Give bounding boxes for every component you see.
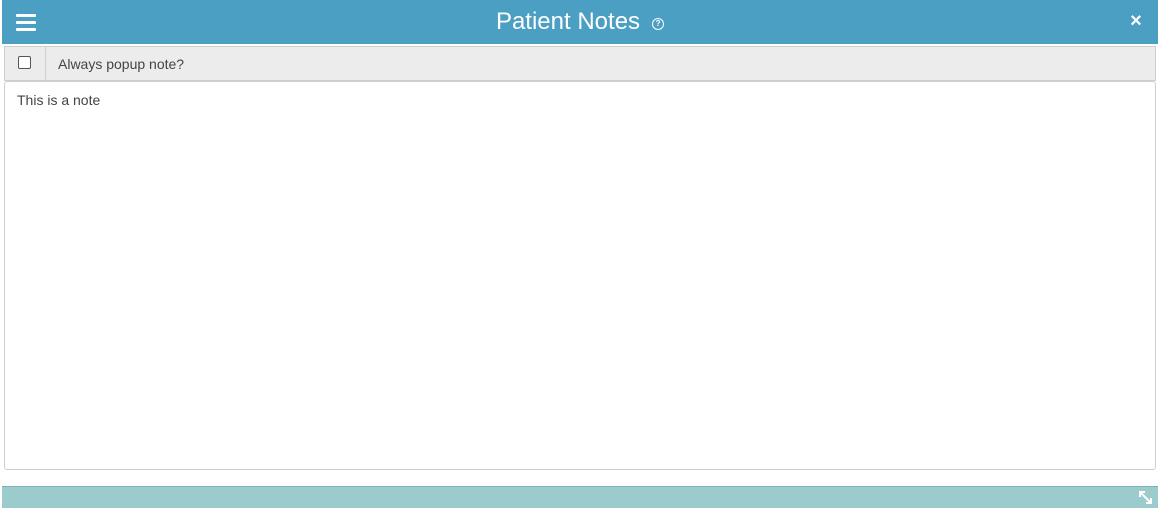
close-icon[interactable]: × bbox=[1126, 11, 1146, 31]
resize-diagonal-icon[interactable] bbox=[1137, 489, 1154, 506]
footer-bar bbox=[2, 486, 1158, 508]
checkbox-cell bbox=[5, 47, 46, 80]
title-bar[interactable]: Patient Notes ? × bbox=[2, 0, 1158, 44]
options-bar: Always popup note? bbox=[4, 46, 1156, 81]
always-popup-label[interactable]: Always popup note? bbox=[58, 47, 184, 80]
always-popup-checkbox[interactable] bbox=[18, 56, 31, 69]
hamburger-menu-icon[interactable] bbox=[16, 12, 36, 32]
note-textarea[interactable]: This is a note bbox=[4, 81, 1156, 470]
patient-notes-dialog: Patient Notes ? × Always popup note? Thi… bbox=[2, 0, 1158, 509]
note-text: This is a note bbox=[17, 92, 101, 108]
dialog-title: Patient Notes bbox=[495, 8, 641, 35]
help-icon[interactable]: ? bbox=[652, 18, 665, 30]
